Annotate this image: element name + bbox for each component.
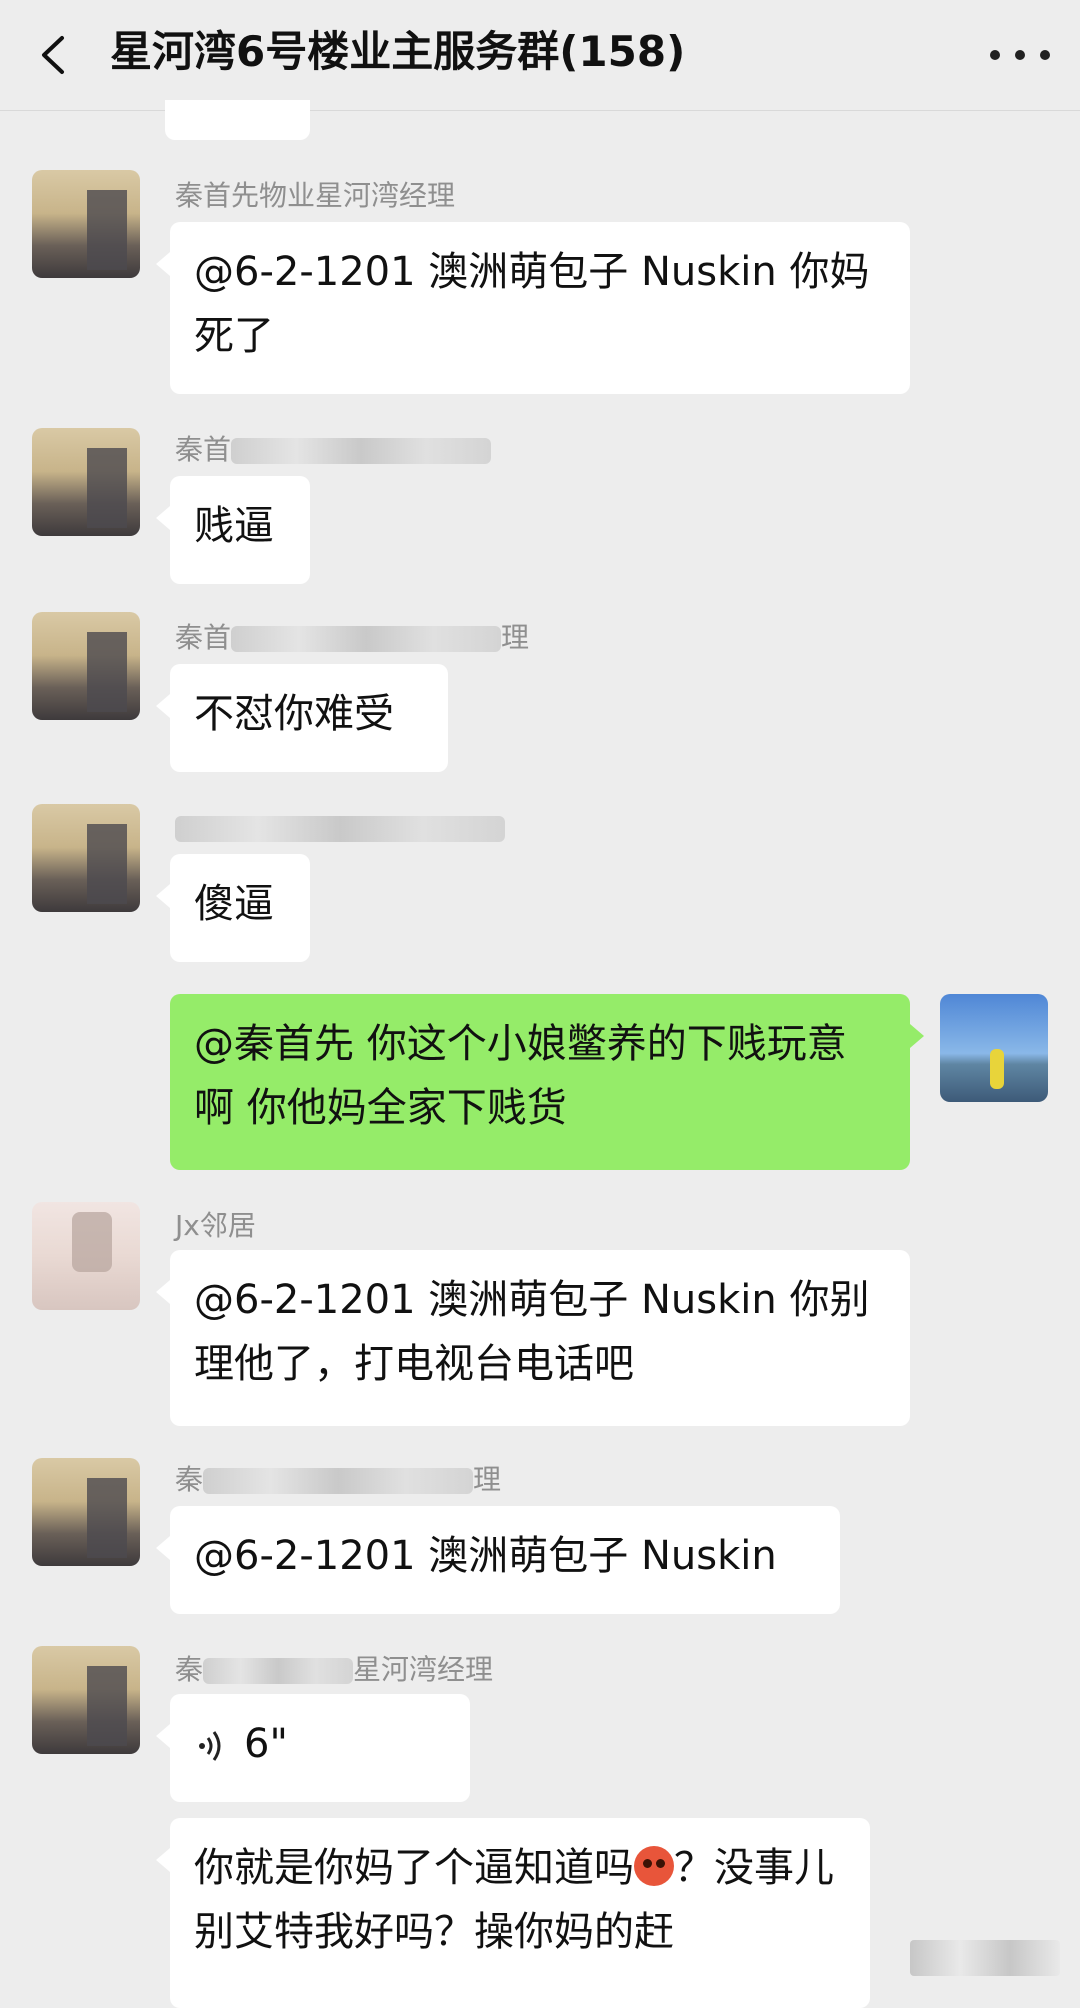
avatar[interactable]	[32, 170, 140, 278]
avatar[interactable]	[32, 804, 140, 912]
message-bubble[interactable]: 不怼你难受	[156, 664, 448, 772]
avatar[interactable]	[32, 428, 140, 536]
message-text: @6-2-1201 澳洲萌包子 Nuskin	[194, 1533, 777, 1579]
avatar-self[interactable]	[940, 994, 1048, 1102]
message-bubble[interactable]: 傻逼	[156, 854, 310, 962]
message-bubble[interactable]: @6-2-1201 澳洲萌包子 Nuskin	[156, 1506, 840, 1614]
message-text: 不怼你难受	[194, 691, 394, 737]
voice-icon	[199, 1731, 221, 1761]
more-dots-icon[interactable]	[990, 50, 1050, 62]
sender-name	[175, 810, 505, 846]
top-bar: 星河湾6号楼业主服务群(158)	[0, 0, 1080, 111]
message-bubble[interactable]: 贱逼	[156, 476, 310, 584]
message-text: @6-2-1201 澳洲萌包子 Nuskin 你妈死了	[194, 249, 870, 359]
avatar[interactable]	[32, 1458, 140, 1566]
message-bubble-self[interactable]: @秦首先 你这个小娘鳖养的下贱玩意啊 你他妈全家下贱货	[170, 994, 924, 1170]
avatar[interactable]	[32, 1202, 140, 1310]
sender-name: 秦星河湾经理	[175, 1653, 494, 1686]
message-text: 贱逼	[194, 503, 274, 549]
message-bubble[interactable]: @6-2-1201 澳洲萌包子 Nuskin 你别理他了，打电视台电话吧	[156, 1250, 910, 1426]
watermark	[910, 1940, 1060, 1976]
angry-emoji-icon	[634, 1846, 674, 1886]
message-bubble[interactable]: @6-2-1201 澳洲萌包子 Nuskin 你妈死了	[156, 222, 910, 394]
message-bubble[interactable]: 你就是你妈了个逼知道吗 ？没事儿别艾特我好吗？操你妈的赶	[156, 1818, 870, 2008]
sender-name: 秦首先物业星河湾经理	[175, 179, 456, 212]
sender-name: Jx邻居	[175, 1209, 256, 1242]
voice-duration: 6"	[244, 1721, 288, 1767]
partial-bubble	[165, 100, 310, 140]
avatar[interactable]	[32, 612, 140, 720]
sender-name: 秦首	[175, 432, 492, 468]
avatar[interactable]	[32, 1646, 140, 1754]
message-text: @秦首先 你这个小娘鳖养的下贱玩意啊 你他妈全家下贱货	[194, 1021, 847, 1131]
message-text: @6-2-1201 澳洲萌包子 Nuskin 你别理他了，打电视台电话吧	[194, 1277, 870, 1387]
sender-name: 秦首理	[175, 621, 530, 654]
message-text: 傻逼	[194, 881, 274, 927]
chevron-left-icon[interactable]	[30, 30, 80, 80]
message-text: 你就是你妈了个逼知道吗	[194, 1845, 634, 1891]
voice-message-bubble[interactable]: 6"	[156, 1694, 470, 1802]
chat-title: 星河湾6号楼业主服务群(158)	[110, 27, 686, 76]
sender-name: 秦理	[175, 1463, 502, 1496]
